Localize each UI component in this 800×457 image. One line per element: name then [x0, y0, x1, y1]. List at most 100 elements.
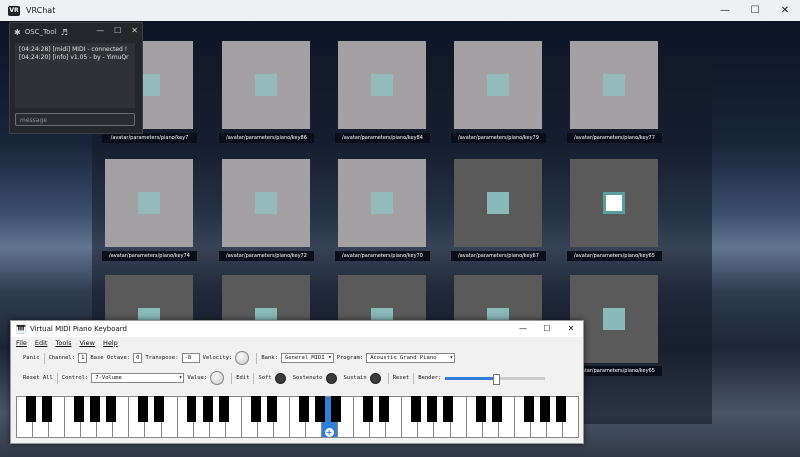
- black-key[interactable]: [186, 396, 197, 422]
- vrchat-minimize-button[interactable]: —: [710, 0, 740, 21]
- tile-parameter-label: /avatar/parameters/piano/key77: [567, 133, 662, 143]
- menu-help[interactable]: Help: [103, 339, 118, 347]
- tile-parameter-label: /avatar/parameters/piano/key67: [451, 251, 546, 261]
- black-key[interactable]: [331, 396, 341, 422]
- vrchat-window-title: VRChat: [26, 6, 56, 15]
- piano-key-tile: [454, 41, 542, 129]
- base-octave-spinbox[interactable]: 0: [133, 353, 143, 363]
- vrchat-close-button[interactable]: ✕: [770, 0, 800, 21]
- key-indicator: [487, 74, 509, 96]
- music-note-icon[interactable]: ♬: [61, 28, 68, 37]
- program-select[interactable]: Acoustic Grand Piano: [366, 353, 456, 363]
- edit-button[interactable]: Edit: [236, 375, 249, 381]
- vmpk-titlebar: 🎹 Virtual MIDI Piano Keyboard — ☐ ✕: [11, 321, 583, 337]
- black-key[interactable]: [475, 396, 486, 422]
- black-key[interactable]: [363, 396, 374, 422]
- piano-key-tile: [338, 41, 426, 129]
- bender-label: Bender:: [418, 375, 442, 381]
- vmpk-minimize-button[interactable]: —: [511, 321, 535, 337]
- channel-label: Channel:: [48, 355, 76, 361]
- key-indicator: [255, 74, 277, 96]
- black-key[interactable]: [90, 396, 101, 422]
- log-line: [04:24:28] [midi] MIDI - connected !: [19, 46, 128, 53]
- black-key[interactable]: [539, 396, 550, 422]
- black-key[interactable]: [74, 396, 85, 422]
- piano-key-tile: [222, 159, 310, 247]
- vrchat-maximize-button[interactable]: ☐: [740, 0, 770, 21]
- tile-parameter-label: /avatar/parameters/piano/key72: [219, 251, 314, 261]
- bender-slider-thumb[interactable]: [492, 373, 500, 385]
- vmpk-toolbar-controls: Reset All Control: 7-Volume Value: Edit …: [15, 370, 581, 386]
- vmpk-close-button[interactable]: ✕: [559, 321, 583, 337]
- piano-keyboard: +: [16, 396, 579, 438]
- black-key[interactable]: [427, 396, 438, 422]
- tile-parameter-label: /avatar/parameters/piano/key84: [335, 133, 430, 143]
- black-key[interactable]: [42, 396, 52, 422]
- osc-minimize-button[interactable]: —: [96, 26, 104, 35]
- tile-parameter-label: /avatar/parameters/piano/key7: [102, 133, 197, 143]
- key-indicator: [138, 192, 160, 214]
- black-key[interactable]: [154, 396, 165, 422]
- menu-file[interactable]: File: [16, 339, 27, 347]
- log-line: [04:24:20] [info] v1.05 - by - YimuQr: [19, 54, 129, 61]
- control-select[interactable]: 7-Volume: [91, 373, 185, 383]
- base-octave-label: Base Octave:: [90, 355, 131, 361]
- vmpk-menubar: File Edit Tools View Help: [11, 337, 583, 348]
- black-key[interactable]: [298, 396, 309, 422]
- channel-spinbox[interactable]: 1: [78, 353, 88, 363]
- bender-slider[interactable]: [445, 373, 546, 385]
- sostenuto-pedal-toggle[interactable]: [325, 372, 337, 384]
- menu-view[interactable]: View: [80, 339, 95, 347]
- key-indicator: [371, 74, 393, 96]
- value-label: Value:: [187, 375, 208, 381]
- reset-all-button[interactable]: Reset All: [23, 375, 53, 381]
- osc-log-panel: [04:24:28] [midi] MIDI - connected ! [04…: [15, 43, 135, 108]
- black-key[interactable]: [379, 396, 390, 422]
- black-key[interactable]: [491, 396, 502, 422]
- bank-label: Bank:: [261, 355, 278, 361]
- sustain-pedal-toggle[interactable]: [369, 372, 381, 384]
- program-label: Program:: [336, 355, 364, 361]
- black-key[interactable]: [202, 396, 213, 422]
- key-indicator: [371, 192, 393, 214]
- vrchat-titlebar: VR VRChat — ☐ ✕: [0, 0, 800, 21]
- piano-key-tile: [570, 41, 658, 129]
- black-key[interactable]: [138, 396, 149, 422]
- bender-slider-fill: [445, 376, 496, 380]
- transpose-spinbox[interactable]: -8: [181, 353, 200, 363]
- black-key[interactable]: [106, 396, 117, 422]
- osc-tool-window: ✱ OSC_Tool ♬ — ☐ ✕ [04:24:28] [midi] MID…: [9, 22, 143, 134]
- gear-icon: ✱: [14, 27, 21, 37]
- tile-parameter-label: /avatar/parameters/piano/key70: [335, 251, 430, 261]
- soft-pedal-toggle[interactable]: [274, 372, 286, 384]
- piano-app-icon: 🎹: [16, 324, 26, 334]
- control-label: Control:: [61, 375, 89, 381]
- value-knob[interactable]: [210, 371, 225, 385]
- key-indicator: [603, 192, 625, 214]
- sustain-label: Sustain: [343, 375, 367, 381]
- vmpk-window-title: Virtual MIDI Piano Keyboard: [29, 325, 128, 333]
- panic-button[interactable]: Panic: [23, 355, 40, 361]
- menu-edit[interactable]: Edit: [35, 339, 48, 347]
- black-key[interactable]: [411, 396, 422, 422]
- black-key[interactable]: [443, 396, 454, 422]
- black-key[interactable]: [523, 396, 534, 422]
- black-key[interactable]: [25, 396, 36, 422]
- black-key[interactable]: [250, 396, 261, 422]
- osc-close-button[interactable]: ✕: [131, 26, 138, 35]
- message-input[interactable]: message: [15, 113, 135, 126]
- black-key[interactable]: [266, 396, 277, 422]
- menu-tools[interactable]: Tools: [55, 339, 71, 347]
- osc-tool-title: OSC_Tool: [24, 28, 57, 36]
- key-indicator: [487, 192, 509, 214]
- osc-maximize-button[interactable]: ☐: [114, 26, 121, 35]
- tile-parameter-label: /avatar/parameters/piano/key86: [219, 133, 314, 143]
- black-key[interactable]: [314, 396, 325, 422]
- black-key[interactable]: [555, 396, 566, 422]
- vmpk-maximize-button[interactable]: ☐: [535, 321, 559, 337]
- vmpk-toolbar-main: Panic Channel: 1 Base Octave: 0 Transpos…: [15, 350, 581, 366]
- black-key[interactable]: [218, 396, 229, 422]
- reset-button[interactable]: Reset: [393, 375, 410, 381]
- velocity-knob[interactable]: [235, 351, 250, 365]
- bank-select[interactable]: General MIDI: [280, 353, 334, 363]
